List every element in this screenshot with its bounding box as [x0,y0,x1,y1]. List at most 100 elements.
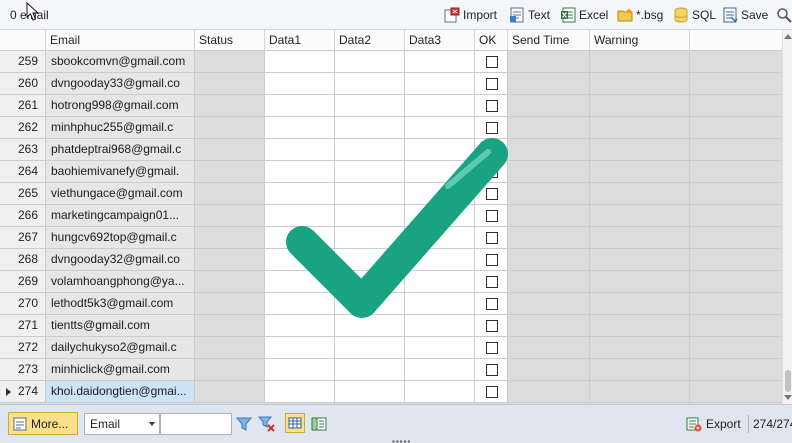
table-row[interactable]: 267 hungcv692top@gmail.c [0,227,782,249]
data2-cell[interactable] [335,315,405,337]
ok-cell[interactable] [475,183,508,205]
table-row[interactable]: 261 hotrong998@gmail.com [0,95,782,117]
data3-cell[interactable] [405,117,475,139]
ok-cell[interactable] [475,95,508,117]
ok-cell[interactable] [475,359,508,381]
data3-cell[interactable] [405,315,475,337]
data2-cell[interactable] [335,359,405,381]
ok-checkbox[interactable] [486,122,498,134]
clear-filter-icon[interactable] [258,415,276,433]
warning-cell[interactable] [590,359,690,381]
send-time-cell[interactable] [508,117,590,139]
status-cell[interactable] [195,293,265,315]
email-cell[interactable]: viethungace@gmail.com [46,183,195,205]
email-cell[interactable]: baohiemivanefy@gmail. [46,161,195,183]
warning-cell[interactable] [590,249,690,271]
data3-cell[interactable] [405,161,475,183]
email-cell[interactable]: phatdeptrai968@gmail.c [46,139,195,161]
data1-cell[interactable] [265,293,335,315]
excel-button[interactable]: Excel [560,6,608,24]
send-time-cell[interactable] [508,359,590,381]
header-data3[interactable]: Data3 [405,30,475,51]
table-row[interactable]: 260 dvngooday33@gmail.co [0,73,782,95]
data2-cell[interactable] [335,227,405,249]
data1-cell[interactable] [265,249,335,271]
warning-cell[interactable] [590,51,690,73]
table-row[interactable]: 259 sbookcomvn@gmail.com [0,51,782,73]
ok-cell[interactable] [475,73,508,95]
header-warning[interactable]: Warning [590,30,690,51]
ok-checkbox[interactable] [486,144,498,156]
warning-cell[interactable] [590,271,690,293]
ok-checkbox[interactable] [486,342,498,354]
status-cell[interactable] [195,161,265,183]
data3-cell[interactable] [405,139,475,161]
ok-checkbox[interactable] [486,100,498,112]
header-email[interactable]: Email [46,30,195,51]
ok-checkbox[interactable] [486,298,498,310]
search-icon[interactable] [776,7,792,23]
warning-cell[interactable] [590,381,690,403]
ok-checkbox[interactable] [486,386,498,398]
send-time-cell[interactable] [508,271,590,293]
status-cell[interactable] [195,227,265,249]
table-row[interactable]: 273 minhiclick@gmail.com [0,359,782,381]
send-time-cell[interactable] [508,227,590,249]
send-time-cell[interactable] [508,161,590,183]
table-row[interactable]: 271 tientts@gmail.com [0,315,782,337]
data2-cell[interactable] [335,183,405,205]
ok-cell[interactable] [475,315,508,337]
table-row[interactable]: 262 minhphuc255@gmail.c [0,117,782,139]
email-cell[interactable]: hotrong998@gmail.com [46,95,195,117]
status-cell[interactable] [195,95,265,117]
data2-cell[interactable] [335,139,405,161]
status-cell[interactable] [195,51,265,73]
email-cell[interactable]: dailychukyso2@gmail.c [46,337,195,359]
ok-checkbox[interactable] [486,276,498,288]
table-row[interactable]: 274 khoi.daidongtien@gmai... [0,381,782,403]
grid-view-toggle[interactable] [285,413,305,433]
data3-cell[interactable] [405,51,475,73]
warning-cell[interactable] [590,205,690,227]
data1-cell[interactable] [265,183,335,205]
bsg-button[interactable]: *.bsg [617,6,663,24]
data3-cell[interactable] [405,293,475,315]
data3-cell[interactable] [405,227,475,249]
data2-cell[interactable] [335,51,405,73]
header-data1[interactable]: Data1 [265,30,335,51]
scroll-up-icon[interactable] [784,34,792,39]
table-row[interactable]: 266 marketingcampaign01... [0,205,782,227]
data3-cell[interactable] [405,95,475,117]
warning-cell[interactable] [590,227,690,249]
data3-cell[interactable] [405,183,475,205]
data1-cell[interactable] [265,359,335,381]
ok-cell[interactable] [475,205,508,227]
data2-cell[interactable] [335,271,405,293]
table-row[interactable]: 264 baohiemivanefy@gmail. [0,161,782,183]
scroll-down-icon[interactable] [784,395,792,400]
filter-search-input[interactable] [160,413,232,435]
field-select[interactable]: Email [84,413,160,435]
status-cell[interactable] [195,117,265,139]
table-row[interactable]: 263 phatdeptrai968@gmail.c [0,139,782,161]
email-cell[interactable]: khoi.daidongtien@gmai... [46,381,195,403]
data1-cell[interactable] [265,73,335,95]
data3-cell[interactable] [405,205,475,227]
data1-cell[interactable] [265,315,335,337]
data1-cell[interactable] [265,205,335,227]
vertical-scrollbar[interactable] [782,30,792,404]
warning-cell[interactable] [590,117,690,139]
send-time-cell[interactable] [508,249,590,271]
data2-cell[interactable] [335,337,405,359]
email-cell[interactable]: sbookcomvn@gmail.com [46,51,195,73]
ok-cell[interactable] [475,227,508,249]
data3-cell[interactable] [405,359,475,381]
warning-cell[interactable] [590,293,690,315]
status-cell[interactable] [195,315,265,337]
send-time-cell[interactable] [508,205,590,227]
ok-checkbox[interactable] [486,364,498,376]
send-time-cell[interactable] [508,293,590,315]
send-time-cell[interactable] [508,315,590,337]
send-time-cell[interactable] [508,337,590,359]
send-time-cell[interactable] [508,139,590,161]
